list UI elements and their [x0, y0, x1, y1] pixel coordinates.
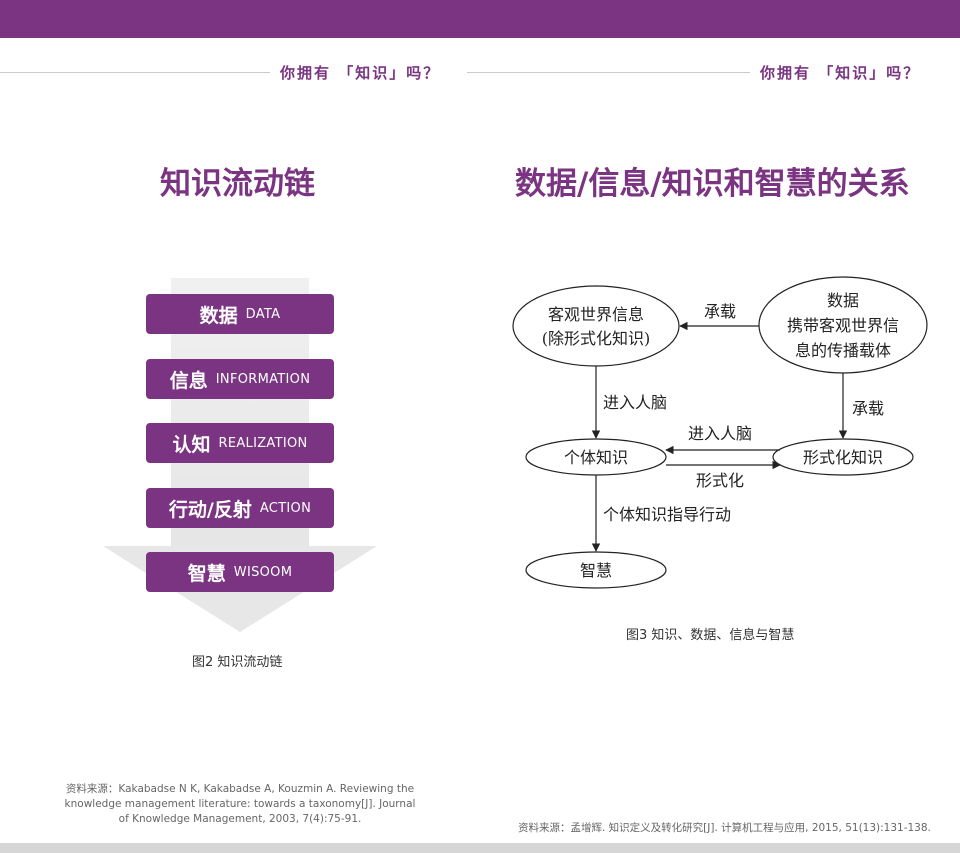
node-data-label-1: 数据 [827, 291, 859, 310]
right-source-note: 资料来源：孟增辉. 知识定义及转化研究[J]. 计算机工程与应用, 2015, … [518, 822, 931, 834]
chain-label-en: REALIZATION [218, 435, 308, 451]
node-wisdom-label: 智慧 [580, 561, 612, 580]
chain-box-action: 行动/反射 ACTION [146, 488, 334, 528]
left-source-note: 资料来源：Kakabadse N K, Kakabadse A, Kouzmin… [60, 782, 420, 827]
edge-carry-right-label: 承载 [852, 399, 884, 418]
edge-enter-brain-left-label: 进入人脑 [603, 393, 667, 412]
figure-2-caption: 图2 知识流动链 [192, 655, 283, 670]
source-line: of Knowledge Management, 2003, 7(4):75-9… [118, 813, 362, 825]
edge-formalize-label: 形式化 [696, 471, 744, 490]
edge-guide-label: 个体知识指导行动 [603, 505, 731, 524]
chain-label-en: ACTION [259, 500, 312, 516]
node-objective-label-2: (除形式化知识) [542, 329, 651, 348]
node-individual-label: 个体知识 [564, 448, 628, 467]
node-data-label-3: 息的传播载体 [795, 341, 891, 360]
source-line: knowledge management literature: towards… [64, 798, 416, 810]
edge-enter-brain-mid-label: 进入人脑 [688, 424, 752, 443]
node-objective-world [512, 285, 680, 367]
chain-label-en: DATA [245, 306, 281, 322]
source-line: 资料来源：Kakabadse N K, Kakabadse A, Kouzmin… [65, 783, 415, 795]
left-title: 知识流动链 [160, 166, 315, 202]
header-title-left: 你拥有 「知识」吗？ [280, 64, 441, 82]
header-rule-middle [467, 72, 750, 73]
right-title: 数据/信息/知识和智慧的关系 [515, 166, 910, 202]
chain-label-en: WISOOM [233, 564, 293, 580]
header-rule-left [0, 72, 270, 73]
chain-label-cn: 行动/反射 [168, 498, 252, 521]
edge-carry-top-label: 承载 [704, 302, 736, 321]
chain-label-cn: 数据 [199, 304, 238, 327]
relationship-diagram: 客观世界信息 (除形式化知识) 数据 携带客观世界信 息的传播载体 个体知识 形… [512, 276, 928, 589]
figure-3-caption: 图3 知识、数据、信息与智慧 [626, 628, 795, 643]
chain-box-information: 信息 INFORMATION [146, 359, 334, 399]
chain-label-cn: 智慧 [187, 562, 226, 585]
node-data-label-2: 携带客观世界信 [787, 316, 899, 335]
chain-label-cn: 信息 [169, 369, 208, 392]
chain-box-data: 数据 DATA [146, 294, 334, 334]
top-banner [0, 0, 960, 38]
chain-box-realization: 认知 REALIZATION [146, 423, 334, 463]
header-title-right: 你拥有 「知识」吗？ [760, 64, 921, 82]
node-objective-label-1: 客观世界信息 [548, 305, 644, 324]
chain-box-wisdom: 智慧 WISOOM [146, 552, 334, 592]
bottom-bar [0, 843, 960, 853]
chain-label-cn: 认知 [172, 433, 211, 456]
node-formal-label: 形式化知识 [803, 448, 883, 467]
chain-label-en: INFORMATION [215, 371, 311, 387]
